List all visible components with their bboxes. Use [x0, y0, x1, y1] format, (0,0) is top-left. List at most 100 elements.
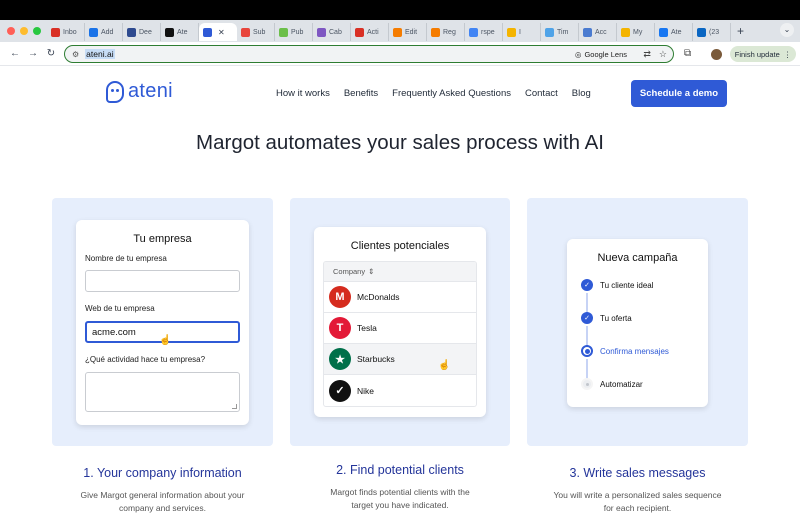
- profile-avatar[interactable]: [711, 49, 722, 60]
- tab-label: rspe: [481, 28, 495, 36]
- tab-favicon-icon: [279, 27, 288, 37]
- url-text[interactable]: ateni.ai: [85, 49, 115, 59]
- tab-favicon-icon: [621, 27, 630, 37]
- campaign-title: Nueva campaña: [597, 252, 678, 264]
- campaign-step[interactable]: ✓ Tu cliente ideal: [581, 279, 654, 291]
- column-label: Company: [333, 267, 366, 276]
- campaign-step[interactable]: ✓ Tu oferta: [581, 312, 632, 324]
- schedule-demo-button[interactable]: Schedule a demo: [631, 80, 727, 107]
- tab-favicon-icon: [165, 27, 174, 37]
- step-3-description: You will write a personalized sales sequ…: [527, 489, 748, 515]
- extensions-icon[interactable]: ⧉: [684, 48, 691, 59]
- leads-panel: Clientes potenciales Company ⇕ M McDonalds…: [314, 227, 486, 417]
- browser-tab[interactable]: (23: [693, 23, 731, 41]
- browser-tab[interactable]: Ate: [655, 23, 693, 41]
- step-1-desc-line2: company and services.: [119, 503, 206, 513]
- browser-tab[interactable]: ✕: [199, 23, 237, 41]
- tab-favicon-icon: [393, 27, 402, 37]
- browser-tab[interactable]: rspe: [465, 23, 503, 41]
- tabs: Inbo Add Dee Ate ✕ Sub Pub Cab Acti Edit Reg rspe I T…: [47, 21, 731, 41]
- lead-row[interactable]: ★ Starbucks ☝: [324, 344, 476, 375]
- nav-faq[interactable]: Frequently Asked Questions: [392, 88, 511, 99]
- translate-icon[interactable]: ⇄: [643, 49, 651, 60]
- lead-row[interactable]: T Tesla: [324, 313, 476, 344]
- browser-tab[interactable]: Sub: [237, 23, 275, 41]
- tab-label: My: [633, 28, 643, 36]
- browser-tab[interactable]: Inbo: [47, 23, 85, 41]
- site-logo[interactable]: ateni: [106, 80, 173, 103]
- company-column-header[interactable]: Company ⇕: [324, 262, 476, 282]
- update-label: Finish update: [734, 49, 780, 59]
- new-tab-button[interactable]: +: [737, 24, 744, 38]
- tab-label: Pub: [291, 28, 304, 36]
- browser-tab[interactable]: Dee: [123, 23, 161, 41]
- nav-contact[interactable]: Contact: [525, 88, 558, 99]
- bookmark-star-icon[interactable]: ☆: [659, 49, 667, 60]
- browser-tab[interactable]: Acti: [351, 23, 389, 41]
- tab-label: Ate: [177, 28, 188, 36]
- browser-tab[interactable]: Tim: [541, 23, 579, 41]
- page-headline: Margot automates your sales process with…: [196, 131, 604, 154]
- campaign-card: Nueva campaña ✓ Tu cliente ideal ✓ Tu ofert…: [527, 198, 748, 446]
- step-connector: [586, 293, 588, 313]
- address-bar[interactable]: ⚙ ateni.ai ◎ Google Lens ⇄ ☆: [64, 45, 674, 63]
- tab-favicon-icon: [203, 27, 212, 37]
- finish-update-button[interactable]: Finish update ⋮: [730, 46, 796, 62]
- resize-handle-icon[interactable]: [232, 404, 237, 409]
- potential-clients-card: Clientes potenciales Company ⇕ M McDonalds…: [290, 198, 510, 446]
- company-logo-icon: ✓: [329, 379, 351, 402]
- tab-favicon-icon: [431, 27, 440, 37]
- lens-label: Google Lens: [584, 49, 627, 59]
- company-web-value: acme.com: [92, 327, 136, 338]
- company-name: McDonalds: [357, 292, 400, 302]
- lead-row[interactable]: ✓ Nike: [324, 375, 476, 406]
- tab-favicon-icon: [659, 27, 668, 37]
- tab-label: I: [519, 28, 521, 36]
- browser-tab[interactable]: I: [503, 23, 541, 41]
- zoom-window-button[interactable]: [33, 27, 41, 35]
- close-tab-icon[interactable]: ✕: [218, 28, 225, 37]
- company-logo-icon: T: [329, 317, 351, 339]
- nav-blog[interactable]: Blog: [572, 88, 591, 99]
- tab-label: Acc: [595, 28, 607, 36]
- tab-label: Reg: [443, 28, 456, 36]
- company-web-label: Web de tu empresa: [85, 304, 155, 313]
- browser-tab[interactable]: My: [617, 23, 655, 41]
- company-activity-label: ¿Qué actividad hace tu empresa?: [85, 355, 206, 364]
- nav-benefits[interactable]: Benefits: [344, 88, 378, 99]
- step-label: Tu cliente ideal: [600, 280, 654, 290]
- site-settings-icon[interactable]: ⚙: [72, 50, 79, 59]
- tab-favicon-icon: [241, 27, 250, 37]
- reload-icon[interactable]: ↻: [42, 48, 60, 59]
- close-window-button[interactable]: [7, 27, 15, 35]
- campaign-step[interactable]: Confirma mensajes: [581, 345, 669, 357]
- company-name-input[interactable]: [85, 270, 240, 292]
- step-label: Tu oferta: [600, 313, 632, 323]
- tab-search-button[interactable]: ⌄: [780, 23, 794, 37]
- tab-favicon-icon: [507, 27, 516, 37]
- browser-tab[interactable]: Cab: [313, 23, 351, 41]
- campaign-step[interactable]: Automatizar: [581, 378, 643, 390]
- google-lens-button[interactable]: ◎ Google Lens: [575, 50, 627, 59]
- browser-tab[interactable]: Pub: [275, 23, 313, 41]
- back-icon[interactable]: ←: [6, 48, 24, 59]
- browser-tab[interactable]: Ate: [161, 23, 199, 41]
- minimize-window-button[interactable]: [20, 27, 28, 35]
- company-activity-textarea[interactable]: [85, 372, 240, 412]
- leads-title: Clientes potenciales: [350, 240, 450, 252]
- tab-label: (23: [709, 28, 720, 36]
- lead-row[interactable]: M McDonalds: [324, 282, 476, 313]
- step-label: Confirma mensajes: [600, 346, 669, 356]
- browser-tab[interactable]: Acc: [579, 23, 617, 41]
- forward-icon[interactable]: →: [24, 48, 42, 59]
- tab-favicon-icon: [51, 27, 60, 37]
- browser-tab[interactable]: Edit: [389, 23, 427, 41]
- browser-tab[interactable]: Reg: [427, 23, 465, 41]
- ateni-logo-icon: [106, 80, 124, 103]
- sort-icon: ⇕: [368, 267, 375, 276]
- nav-how-it-works[interactable]: How it works: [276, 88, 330, 99]
- tab-favicon-icon: [545, 27, 554, 37]
- browser-tab[interactable]: Add: [85, 23, 123, 41]
- company-name: Tesla: [357, 323, 377, 333]
- step-2-title: 2. Find potential clients: [336, 463, 464, 477]
